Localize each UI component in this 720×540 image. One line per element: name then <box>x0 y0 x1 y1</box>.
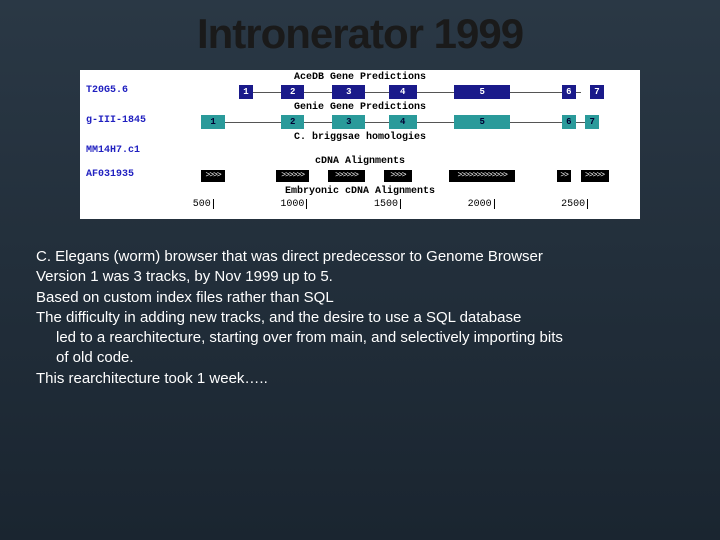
exon: 3 <box>332 85 365 99</box>
track-row-cdna: AF031935 >>>> >>>>>> >>>>>> >>>> >>>>>>>… <box>84 167 636 185</box>
track-label: g-III-1845 <box>86 115 146 126</box>
body-line: This rearchitecture took 1 week….. <box>36 369 684 389</box>
cdna-segment: >> <box>557 170 571 182</box>
body-copy: C. Elegans (worm) browser that was direc… <box>30 247 690 389</box>
cdna-segment: >>>> <box>201 170 224 182</box>
body-line: Based on custom index files rather than … <box>36 288 684 308</box>
body-line: Version 1 was 3 tracks, by Nov 1999 up t… <box>36 267 684 287</box>
track-row-acedb: T20G5.6 1 2 3 4 5 6 7 <box>84 83 636 101</box>
exon: 3 <box>332 115 365 129</box>
cdna-segment: >>>>>>>>>>>>> <box>449 170 515 182</box>
exon: 2 <box>281 85 304 99</box>
exon: 1 <box>239 85 253 99</box>
track-label: MM14H7.c1 <box>86 145 140 156</box>
cdna-segment: >>>> <box>384 170 412 182</box>
position-ruler: 500 1000 1500 2000 2500 <box>84 199 636 215</box>
body-line: of old code. <box>36 348 684 368</box>
exon: 5 <box>454 85 510 99</box>
exon: 7 <box>590 85 604 99</box>
exon: 7 <box>585 115 599 129</box>
body-line: led to a rearchitecture, starting over f… <box>36 328 684 348</box>
track-row-briggsae: MM14H7.c1 <box>84 143 636 155</box>
genome-browser-panel: AceDB Gene Predictions T20G5.6 1 2 3 4 5… <box>80 70 640 219</box>
track-title-genie: Genie Gene Predictions <box>84 102 636 113</box>
exon: 2 <box>281 115 304 129</box>
cdna-segment: >>>>>> <box>328 170 365 182</box>
track-title-embryonic: Embryonic cDNA Alignments <box>84 186 636 197</box>
track-label: AF031935 <box>86 169 134 180</box>
exon: 6 <box>562 85 576 99</box>
ruler-tick: 1500 <box>374 199 398 210</box>
ruler-tick: 1000 <box>280 199 304 210</box>
cdna-segment: >>>>>> <box>276 170 309 182</box>
exon: 6 <box>562 115 576 129</box>
ruler-tick: 2000 <box>468 199 492 210</box>
page-title: Intronerator 1999 <box>30 10 690 58</box>
body-line: C. Elegans (worm) browser that was direc… <box>36 247 684 267</box>
ruler-tick: 2500 <box>561 199 585 210</box>
track-title-briggsae: C. briggsae homologies <box>84 132 636 143</box>
cdna-segment: >>>>> <box>581 170 609 182</box>
track-title-cdna: cDNA Alignments <box>84 156 636 167</box>
exon: 4 <box>389 85 417 99</box>
track-row-genie: g-III-1845 1 2 3 4 5 6 7 <box>84 113 636 131</box>
track-title-acedb: AceDB Gene Predictions <box>84 72 636 83</box>
exon: 4 <box>389 115 417 129</box>
exon: 1 <box>201 115 224 129</box>
exon: 5 <box>454 115 510 129</box>
body-line: The difficulty in adding new tracks, and… <box>36 308 684 328</box>
track-label: T20G5.6 <box>86 85 128 96</box>
ruler-tick: 500 <box>193 199 211 210</box>
